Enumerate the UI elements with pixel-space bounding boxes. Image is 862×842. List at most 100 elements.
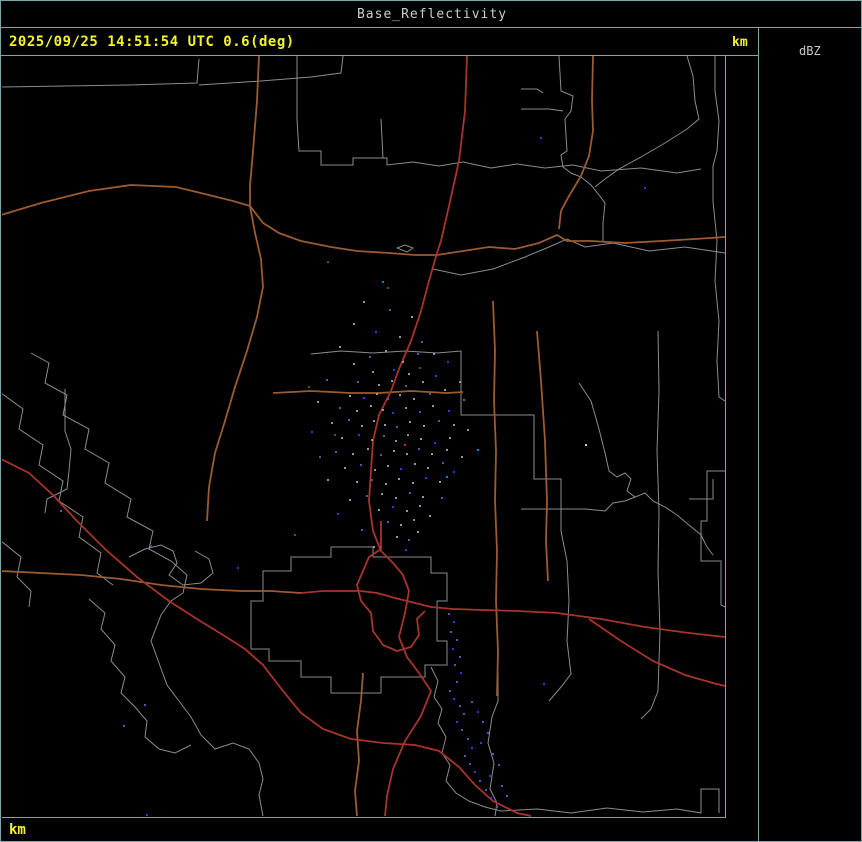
radar-echo-pixel	[378, 384, 380, 386]
radar-echo-pixel	[463, 713, 465, 715]
radar-echo-pixel	[453, 471, 455, 473]
bottom-distance-axis: km	[1, 818, 758, 841]
radar-echo-pixel	[449, 690, 451, 692]
boundary-line	[641, 331, 660, 719]
radar-echo-pixel	[453, 698, 455, 700]
radar-echo-pixel	[448, 410, 450, 412]
radar-echo-pixel	[479, 780, 481, 782]
boundary-line	[297, 56, 701, 173]
radar-echo-pixel	[404, 444, 406, 446]
boundary-line	[2, 59, 199, 87]
radar-echo-pixel	[487, 732, 489, 734]
title-bar: Base_Reflectivity	[1, 1, 862, 28]
boundary-line	[311, 351, 571, 701]
radar-echo-pixel	[467, 738, 469, 740]
radar-echo-pixel	[405, 385, 407, 387]
radar-echo-pixel	[439, 481, 441, 483]
radar-echo-pixel	[459, 381, 461, 383]
boundary-line	[199, 56, 343, 85]
radar-echo-pixel	[461, 456, 463, 458]
radar-echo-pixel	[353, 323, 355, 325]
radar-echo-pixel	[371, 439, 373, 441]
radar-echo-pixel	[471, 747, 473, 749]
radar-echo-pixel	[431, 453, 433, 455]
radar-echo-pixel	[317, 401, 319, 403]
road-secondary	[273, 391, 463, 393]
radar-echo-pixel	[409, 492, 411, 494]
radar-echo-pixel	[464, 755, 466, 757]
radar-echo-pixel	[384, 424, 386, 426]
radar-echo-pixel	[540, 137, 542, 139]
map-canvas	[2, 56, 725, 817]
radar-map-viewport[interactable]	[2, 56, 726, 818]
radar-echo-pixel	[344, 467, 346, 469]
radar-echo-pixel	[543, 683, 545, 685]
radar-echo-pixel	[360, 464, 362, 466]
radar-echo-pixel	[356, 481, 358, 483]
radar-echo-pixel	[352, 453, 354, 455]
radar-echo-pixel	[461, 729, 463, 731]
radar-echo-pixel	[496, 806, 498, 808]
radar-echo-pixel	[361, 529, 363, 531]
radar-echo-pixel	[489, 775, 491, 777]
radar-echo-pixel	[447, 361, 449, 363]
radar-echo-pixel	[485, 789, 487, 791]
radar-echo-pixel	[387, 398, 389, 400]
radar-echo-pixel	[441, 497, 443, 499]
radar-echo-pixel	[339, 346, 341, 348]
radar-echo-pixel	[434, 442, 436, 444]
road-highway	[2, 459, 531, 816]
radar-echo-pixel	[408, 539, 410, 541]
radar-echo-pixel	[407, 434, 409, 436]
radar-echo-pixel	[398, 478, 400, 480]
radar-echo-pixel	[391, 380, 393, 382]
road-secondary	[537, 331, 548, 581]
info-bar: 2025/09/25 14:51:54 UTC 0.6(deg) km	[1, 28, 758, 56]
boundary-line	[579, 383, 713, 555]
radar-echo-pixel	[399, 336, 401, 338]
window-title: Base_Reflectivity	[357, 7, 507, 22]
radar-echo-pixel	[311, 431, 313, 433]
radar-echo-pixel	[406, 510, 408, 512]
radar-echo-pixel	[335, 451, 337, 453]
road-highway	[301, 591, 725, 637]
boundary-line	[89, 599, 191, 753]
radar-echo-pixel	[423, 425, 425, 427]
radar-echo-pixel	[448, 613, 450, 615]
radar-echo-pixel	[387, 521, 389, 523]
radar-echo-pixel	[331, 422, 333, 424]
radar-echo-pixel	[150, 545, 152, 547]
radar-echo-pixel	[380, 454, 382, 456]
boundary-line	[559, 56, 605, 241]
radar-echo-pixel	[405, 549, 407, 551]
reflectivity-color-scale: dBZ	[759, 28, 862, 841]
road-secondary	[2, 185, 250, 215]
radar-echo-pixel	[385, 483, 387, 485]
radar-echo-pixel	[308, 386, 310, 388]
boundary-line	[689, 479, 713, 499]
radar-echo-pixel	[146, 814, 148, 816]
radar-echo-pixel	[349, 395, 351, 397]
radar-echo-pixel	[427, 467, 429, 469]
radar-echo-pixel	[376, 393, 378, 395]
radar-echo-pixel	[421, 341, 423, 343]
radar-echo-pixel	[381, 493, 383, 495]
radar-echo-pixel	[414, 463, 416, 465]
radar-echo-pixel	[452, 648, 454, 650]
radar-echo-pixel	[429, 393, 431, 395]
road-secondary	[493, 301, 498, 696]
boundary-line	[433, 239, 725, 275]
radar-echo-pixel	[454, 664, 456, 666]
radar-echo-pixel	[374, 469, 376, 471]
boundary-line	[45, 389, 71, 513]
radar-echo-pixel	[446, 476, 448, 478]
radar-echo-pixel	[435, 375, 437, 377]
boundary-line	[595, 56, 699, 187]
radar-echo-pixel	[417, 353, 419, 355]
radar-echo-pixel	[460, 672, 462, 674]
boundary-line	[381, 119, 383, 158]
radar-echo-pixel	[373, 546, 375, 548]
radar-echo-pixel	[353, 363, 355, 365]
radar-echo-pixel	[411, 316, 413, 318]
radar-echo-pixel	[387, 465, 389, 467]
